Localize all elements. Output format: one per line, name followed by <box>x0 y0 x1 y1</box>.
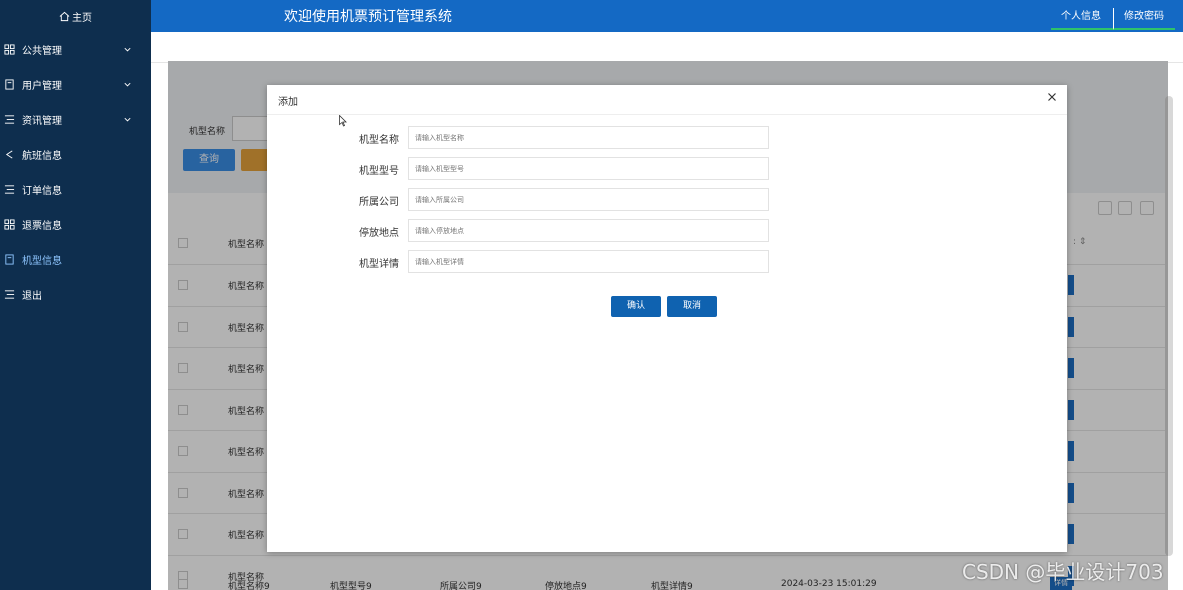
chevron-down-icon <box>124 117 131 122</box>
list-icon <box>4 290 15 299</box>
sidebar-item-public[interactable]: 公共管理 <box>0 32 151 67</box>
form-row-company: 所属公司 <box>267 188 1067 211</box>
dialog-title: 添加 <box>278 97 298 108</box>
mouse-cursor-icon <box>339 115 347 127</box>
book-icon <box>5 254 14 265</box>
list-icon <box>4 185 15 194</box>
change-password-button[interactable]: 修改密码 <box>1113 8 1175 30</box>
watermark: CSDN @毕业设计703 <box>962 560 1164 584</box>
sidebar-item-label: 退出 <box>22 291 42 302</box>
form-row-name: 机型名称 <box>267 126 1067 149</box>
list-icon <box>4 115 15 124</box>
add-dialog: 添加 机型名称 机型型号 所属公司 停放地点 机型详情 确认 取消 <box>267 85 1067 552</box>
sidebar-item-users[interactable]: 用户管理 <box>0 67 151 102</box>
sidebar-home[interactable]: 主页 <box>0 0 151 32</box>
top-header: 欢迎使用机票预订管理系统 个人信息 修改密码 <box>151 0 1183 32</box>
chevron-down-icon <box>124 47 131 52</box>
sidebar-item-label: 航班信息 <box>22 151 62 162</box>
sidebar-item-label: 订单信息 <box>22 186 62 197</box>
close-icon[interactable] <box>1047 92 1057 102</box>
confirm-button[interactable]: 确认 <box>611 296 661 317</box>
profile-button[interactable]: 个人信息 <box>1051 8 1113 30</box>
parking-location-input[interactable] <box>408 219 769 242</box>
company-input[interactable] <box>408 188 769 211</box>
sidebar-home-label: 主页 <box>72 12 92 24</box>
sidebar-item-aircraft[interactable]: 机型信息 <box>0 242 151 277</box>
cancel-button[interactable]: 取消 <box>667 296 717 317</box>
field-label: 停放地点 <box>359 228 399 239</box>
form-row-location: 停放地点 <box>267 219 1067 242</box>
sidebar-item-refunds[interactable]: 退票信息 <box>0 207 151 242</box>
aircraft-model-input[interactable] <box>408 157 769 180</box>
form-row-details: 机型详情 <box>267 250 1067 273</box>
grid-icon <box>4 219 15 230</box>
field-label: 机型名称 <box>359 135 399 146</box>
field-label: 机型详情 <box>359 259 399 270</box>
book-icon <box>5 79 14 90</box>
share-icon <box>5 150 13 159</box>
page-title: 欢迎使用机票预订管理系统 <box>284 9 452 25</box>
sidebar-item-logout[interactable]: 退出 <box>0 277 151 312</box>
field-label: 所属公司 <box>359 197 399 208</box>
sidebar-item-news[interactable]: 资讯管理 <box>0 102 151 137</box>
sidebar-item-orders[interactable]: 订单信息 <box>0 172 151 207</box>
aircraft-details-input[interactable] <box>408 250 769 273</box>
grid-icon <box>4 44 15 55</box>
aircraft-name-input[interactable] <box>408 126 769 149</box>
dialog-divider <box>267 114 1067 115</box>
sidebar-item-label: 机型信息 <box>22 256 62 267</box>
sidebar-item-label: 退票信息 <box>22 221 62 232</box>
sidebar-item-flights[interactable]: 航班信息 <box>0 137 151 172</box>
sidebar: 主页 公共管理 用户管理 资讯管理 航班信息 订单信息 退票信息 机型信息 退出 <box>0 0 151 590</box>
chevron-down-icon <box>124 82 131 87</box>
sidebar-item-label: 用户管理 <box>22 81 62 92</box>
sidebar-item-label: 资讯管理 <box>22 116 62 127</box>
sidebar-item-label: 公共管理 <box>22 46 62 57</box>
home-icon <box>59 11 70 21</box>
field-label: 机型型号 <box>359 166 399 177</box>
form-row-model: 机型型号 <box>267 157 1067 180</box>
